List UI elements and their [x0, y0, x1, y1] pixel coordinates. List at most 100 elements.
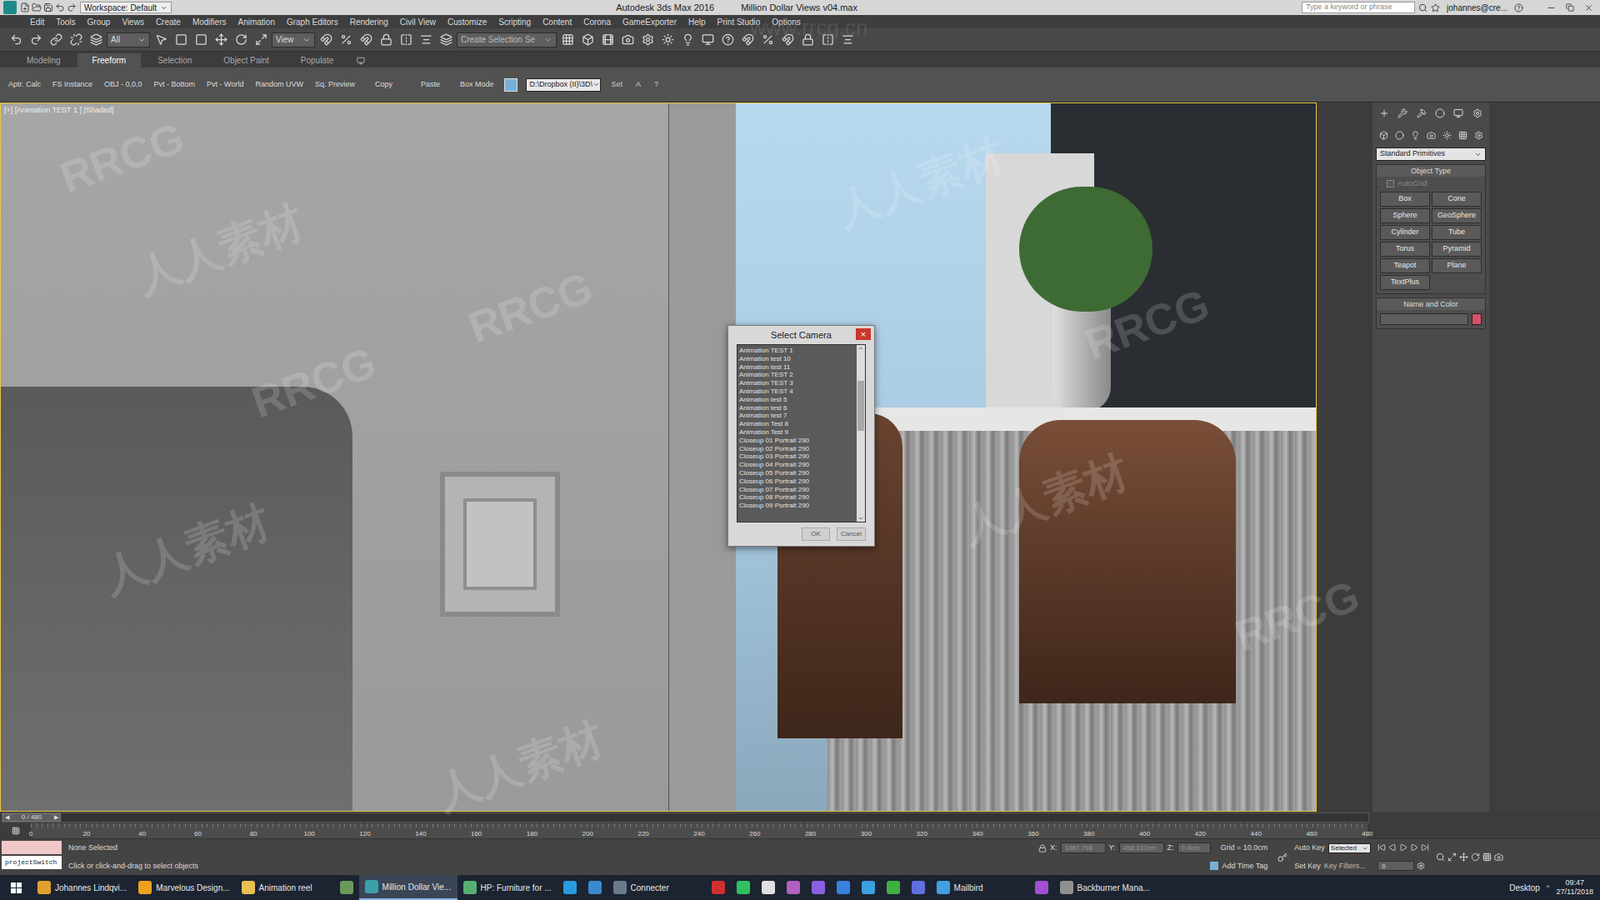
taskbar-item[interactable]	[805, 875, 831, 900]
menu-item[interactable]: Edit	[30, 15, 45, 29]
category-icon[interactable]	[1455, 125, 1470, 145]
transform-icon[interactable]	[171, 30, 190, 50]
time-slider-thumb[interactable]: ◀0 / 480▶	[2, 813, 61, 822]
camera-item[interactable]: Closeup 09 Portrait 290	[737, 501, 857, 510]
menu-item[interactable]: Views	[121, 15, 145, 29]
render-icon[interactable]	[678, 30, 697, 50]
ribbon-tab[interactable]: Object Paint	[208, 53, 284, 68]
primitive-button[interactable]: GeoSphere	[1431, 208, 1482, 224]
taskbar-item[interactable]	[730, 875, 756, 900]
menu-item[interactable]: Print Studio	[717, 15, 761, 29]
primitive-button[interactable]: TextPlus	[1380, 275, 1430, 290]
ribbon-tool[interactable]: Copy	[373, 79, 395, 91]
taskbar-item[interactable]: Marvelous Design...	[132, 875, 235, 900]
camera-item[interactable]: Animation TEST 3	[737, 379, 857, 388]
menu-item[interactable]: Animation	[237, 15, 275, 29]
ribbon-tool[interactable]: Pvt - World	[205, 79, 245, 91]
camera-item[interactable]: Closeup 03 Portrait 290	[737, 452, 857, 461]
selection-filter-dropdown[interactable]: All	[106, 32, 150, 48]
desktop-toolbar[interactable]: Desktop	[1509, 881, 1540, 895]
taskbar-item[interactable]: HP: Furniture for ...	[457, 875, 558, 900]
ribbon-tool[interactable]: Sq. Preview	[313, 79, 357, 91]
ribbon-tool[interactable]: Aptr. Calc	[6, 79, 43, 91]
transform-icon[interactable]	[231, 30, 250, 50]
autogrid-checkbox[interactable]	[1386, 180, 1395, 188]
render-icon[interactable]	[698, 30, 717, 50]
key-filters-button[interactable]: Key Filters...	[1324, 860, 1366, 873]
render-icon[interactable]	[558, 30, 577, 50]
clock[interactable]: 09:4727/11/2018	[1556, 878, 1594, 897]
x-field[interactable]: 1067.798	[1060, 842, 1106, 854]
snap-icon[interactable]	[316, 30, 335, 50]
render-icon[interactable]	[638, 30, 657, 50]
extra-tool-icon[interactable]	[758, 30, 777, 50]
panel-tab-icon[interactable]	[1431, 104, 1449, 123]
ribbon-tool[interactable]: FS Instance	[50, 79, 95, 91]
camera-item[interactable]: Animation TEST 1	[737, 346, 857, 355]
snap-icon[interactable]	[396, 30, 415, 50]
camera-item[interactable]: Animation test 5	[737, 395, 857, 405]
menu-item[interactable]: Tools	[55, 15, 75, 29]
taskbar-item[interactable]: Johannes Lindqvi...	[31, 875, 133, 900]
camera-item[interactable]: Animation Test 8	[737, 420, 857, 429]
category-icon[interactable]	[1375, 125, 1391, 145]
taskbar-item[interactable]	[1029, 875, 1055, 900]
start-button[interactable]	[0, 875, 32, 900]
scroll-thumb[interactable]	[857, 380, 865, 431]
list-scrollbar[interactable]	[856, 345, 865, 522]
taskbar-item[interactable]	[557, 875, 583, 900]
taskbar-item[interactable]	[830, 875, 856, 900]
menu-item[interactable]: Help	[688, 15, 706, 29]
taskbar-item[interactable]	[582, 875, 608, 900]
extra-tool-icon[interactable]	[818, 30, 837, 50]
menu-item[interactable]: Corona	[583, 15, 611, 29]
category-dropdown[interactable]: Standard Primitives	[1375, 147, 1486, 161]
extra-tool-icon[interactable]	[798, 30, 817, 50]
camera-item[interactable]: Animation TEST 2	[737, 370, 857, 380]
snap-icon[interactable]	[416, 30, 435, 50]
menu-item[interactable]: Graph Editors	[286, 15, 339, 29]
camera-item[interactable]: Closeup 06 Portrait 290	[737, 477, 857, 486]
taskbar-item[interactable]	[880, 875, 906, 900]
render-icon[interactable]	[598, 30, 617, 50]
ribbon-tool[interactable]: Box Mode	[458, 79, 496, 91]
render-icon[interactable]	[578, 30, 597, 50]
app-logo-icon[interactable]	[3, 0, 17, 15]
search-field[interactable]: Type a keyword or phrase	[1301, 1, 1415, 14]
camera-item[interactable]: Closeup 01 Portrait 290	[737, 436, 857, 445]
camera-item[interactable]: Animation test 7	[737, 411, 857, 420]
primitive-button[interactable]: Cylinder	[1380, 225, 1430, 240]
camera-item[interactable]: Animation Test 9	[737, 428, 857, 437]
camera-item[interactable]: Closeup 05 Portrait 290	[737, 469, 857, 478]
workspace-dropdown[interactable]: Workspace: Default	[80, 1, 172, 14]
tool-icon[interactable]	[86, 30, 105, 50]
ribbon-extra-button[interactable]: A	[633, 79, 644, 91]
panel-tab-icon[interactable]	[1375, 104, 1393, 123]
camera-item[interactable]: Animation test 10	[737, 355, 857, 364]
taskbar-item[interactable]: Animation reel	[235, 875, 335, 900]
key-mode-dropdown[interactable]: Selected	[1328, 843, 1371, 854]
snap-icon[interactable]	[356, 30, 375, 50]
panel-tab-icon[interactable]	[1450, 104, 1467, 123]
menu-item[interactable]: Civil View	[400, 15, 436, 29]
camera-item[interactable]: Closeup 02 Portrait 290	[737, 445, 857, 454]
time-slider[interactable]: ◀0 / 480▶	[0, 811, 1600, 824]
tool-icon[interactable]	[66, 30, 85, 50]
taskbar-item[interactable]	[780, 875, 806, 900]
menu-item[interactable]: Rendering	[350, 15, 389, 29]
taskbar-item[interactable]: Million Dollar Vie...	[359, 875, 458, 900]
menu-item[interactable]: Create	[155, 15, 181, 29]
auto-key-button[interactable]: Auto Key	[1294, 842, 1325, 855]
category-icon[interactable]	[1439, 125, 1455, 145]
tool-icon[interactable]	[26, 30, 45, 50]
taskbar-item[interactable]	[905, 875, 931, 900]
tool-icon[interactable]	[6, 30, 25, 50]
frame-field[interactable]: 0	[1377, 860, 1415, 871]
ribbon-extra-button[interactable]: Set	[609, 79, 626, 91]
taskbar-item[interactable]	[334, 875, 360, 900]
ribbon-tab[interactable]: Freeform	[77, 53, 142, 68]
camera-item[interactable]: Animation TEST 4	[737, 387, 857, 396]
rollout-header[interactable]: Name and Color	[1376, 298, 1485, 310]
transform-icon[interactable]	[191, 30, 210, 50]
transform-icon[interactable]	[151, 30, 170, 50]
